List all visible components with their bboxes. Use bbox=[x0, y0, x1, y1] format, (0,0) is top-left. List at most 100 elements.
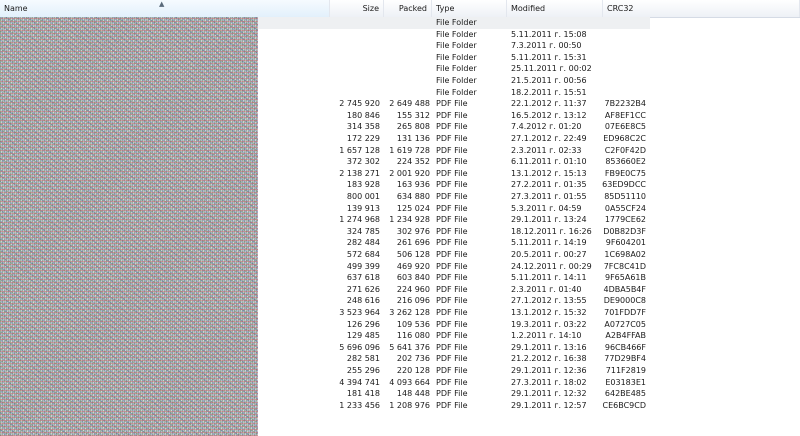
row-packed: 265 808 bbox=[396, 122, 430, 132]
row-packed: 224 352 bbox=[396, 157, 430, 167]
row-type: PDF File bbox=[436, 284, 468, 294]
row-modified: 20.5.2011 г. 00:27 bbox=[511, 250, 587, 259]
row-crc: 642BE485 bbox=[604, 389, 646, 399]
row-modified: 5.11.2011 г. 14:11 bbox=[511, 273, 587, 283]
row-modified: 25.11.2011 г. 00:02 bbox=[511, 64, 592, 74]
row-type: PDF File bbox=[436, 319, 468, 329]
row-crc: ED968C2C bbox=[603, 134, 646, 143]
row-packed: 261 696 bbox=[396, 238, 430, 248]
column-header-crc[interactable]: CRC32 bbox=[603, 0, 800, 17]
row-modified: 18.2.2011 г. 15:51 bbox=[511, 87, 587, 97]
row-packed: 1 208 976 bbox=[389, 400, 430, 410]
row-type: PDF File bbox=[436, 157, 468, 167]
column-header: Name ▲ Size Packed Type Modified CRC32 bbox=[0, 0, 800, 18]
row-modified: 18.12.2011 г. 16:26 bbox=[511, 226, 592, 236]
row-modified: 29.1.2011 г. 12:32 bbox=[511, 389, 587, 399]
row-type: PDF File bbox=[436, 250, 468, 259]
row-type: PDF File bbox=[436, 296, 468, 306]
row-modified: 13.1.2012 г. 15:32 bbox=[511, 308, 587, 317]
row-size: 572 684 bbox=[346, 250, 380, 259]
row-type: PDF File bbox=[436, 342, 468, 352]
row-packed: 155 312 bbox=[396, 110, 430, 120]
row-size: 181 418 bbox=[346, 389, 380, 399]
row-type: PDF File bbox=[436, 122, 468, 132]
column-header-modified[interactable]: Modified bbox=[507, 0, 603, 17]
column-header-packed[interactable]: Packed bbox=[384, 0, 432, 17]
row-modified: 7.4.2012 г. 01:20 bbox=[511, 122, 582, 132]
row-packed: 1 619 728 bbox=[389, 145, 430, 155]
row-crc: 07E6E8C5 bbox=[604, 122, 646, 132]
row-type: PDF File bbox=[436, 134, 468, 143]
row-size: 1 657 128 bbox=[339, 145, 380, 155]
row-modified: 22.1.2012 г. 11:37 bbox=[511, 99, 587, 109]
sort-ascending-icon: ▲ bbox=[159, 0, 165, 8]
row-packed: 2 001 920 bbox=[389, 168, 430, 178]
row-type: PDF File bbox=[436, 203, 468, 213]
row-crc: 9F604201 bbox=[605, 238, 646, 248]
row-size: 255 296 bbox=[346, 366, 380, 375]
row-type: PDF File bbox=[436, 238, 468, 248]
row-packed: 2 649 488 bbox=[389, 99, 430, 109]
row-modified: 27.1.2012 г. 13:55 bbox=[511, 296, 587, 306]
redacted-filenames bbox=[0, 17, 258, 436]
row-crc: 4DBA5B4F bbox=[603, 284, 646, 294]
row-modified: 21.5.2011 г. 00:56 bbox=[511, 76, 587, 85]
row-crc: 77D29BF4 bbox=[604, 354, 646, 364]
row-type: PDF File bbox=[436, 366, 468, 375]
row-modified: 27.3.2011 г. 18:02 bbox=[511, 377, 587, 387]
row-crc: E03183E1 bbox=[605, 377, 646, 387]
row-type: PDF File bbox=[436, 273, 468, 283]
row-modified: 21.2.2012 г. 16:38 bbox=[511, 354, 587, 364]
row-size: 1 233 456 bbox=[339, 400, 380, 410]
row-modified: 27.3.2011 г. 01:55 bbox=[511, 192, 587, 201]
row-crc: D0B82D3F bbox=[603, 226, 646, 236]
row-size: 314 358 bbox=[346, 122, 380, 132]
row-type: File Folder bbox=[436, 41, 477, 51]
row-type: PDF File bbox=[436, 145, 468, 155]
row-crc: DE9000C8 bbox=[603, 296, 646, 306]
row-size: 5 696 096 bbox=[339, 342, 380, 352]
column-header-crc-label: CRC32 bbox=[607, 4, 634, 13]
row-size: 637 618 bbox=[346, 273, 380, 283]
row-type: PDF File bbox=[436, 110, 468, 120]
column-header-size[interactable]: Size bbox=[330, 0, 384, 17]
column-header-modified-label: Modified bbox=[511, 4, 546, 13]
row-packed: 224 960 bbox=[396, 284, 430, 294]
row-type: PDF File bbox=[436, 377, 468, 387]
row-crc: A2B4FFAB bbox=[605, 331, 646, 341]
row-modified: 7.3.2011 г. 00:50 bbox=[511, 41, 582, 51]
row-modified: 5.11.2011 г. 15:31 bbox=[511, 52, 587, 62]
row-modified: 29.1.2011 г. 13:16 bbox=[511, 342, 587, 352]
row-crc: 1779CE62 bbox=[604, 215, 646, 225]
row-modified: 27.2.2011 г. 01:35 bbox=[511, 180, 587, 190]
row-modified: 19.3.2011 г. 03:22 bbox=[511, 319, 587, 329]
column-header-size-label: Size bbox=[362, 4, 379, 13]
row-crc: FB9E0C75 bbox=[604, 168, 646, 178]
column-header-name[interactable]: Name bbox=[0, 0, 330, 17]
row-type: PDF File bbox=[436, 180, 468, 190]
row-packed: 125 024 bbox=[396, 203, 430, 213]
row-type: PDF File bbox=[436, 354, 468, 364]
row-size: 282 484 bbox=[346, 238, 380, 248]
row-packed: 469 920 bbox=[396, 261, 430, 271]
row-packed: 5 641 376 bbox=[389, 342, 430, 352]
row-size: 271 626 bbox=[346, 284, 380, 294]
row-modified: 16.5.2012 г. 13:12 bbox=[511, 110, 587, 120]
row-size: 372 302 bbox=[346, 157, 380, 167]
row-crc: A0727C05 bbox=[604, 319, 646, 329]
row-size: 248 616 bbox=[346, 296, 380, 306]
row-size: 180 846 bbox=[346, 110, 380, 120]
row-size: 2 138 271 bbox=[339, 168, 380, 178]
row-modified: 6.11.2011 г. 01:10 bbox=[511, 157, 587, 167]
row-packed: 216 096 bbox=[396, 296, 430, 306]
row-packed: 3 262 128 bbox=[389, 308, 430, 317]
row-type: File Folder bbox=[436, 76, 477, 85]
row-type: File Folder bbox=[436, 29, 477, 39]
row-packed: 1 234 928 bbox=[389, 215, 430, 225]
row-size: 126 296 bbox=[346, 319, 380, 329]
row-packed: 202 736 bbox=[396, 354, 430, 364]
row-modified: 5.3.2011 г. 04:59 bbox=[511, 203, 582, 213]
column-header-type[interactable]: Type bbox=[432, 0, 507, 17]
row-crc: 711F2819 bbox=[605, 366, 646, 375]
row-type: File Folder bbox=[436, 18, 477, 27]
